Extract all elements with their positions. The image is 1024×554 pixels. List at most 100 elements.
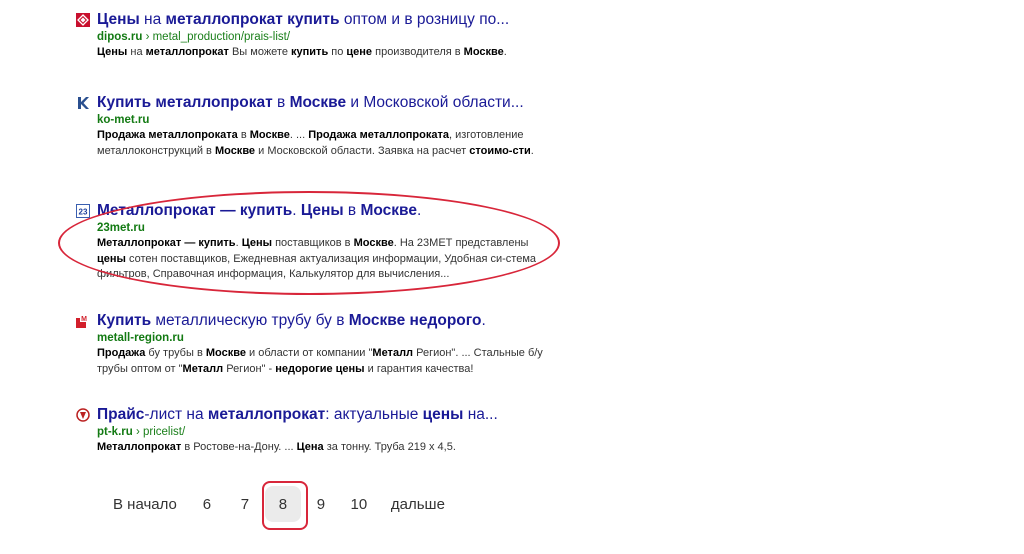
highlighted-term: стоимо-сти — [469, 144, 531, 157]
text-segment: сотен поставщиков, Ежедневная актуализац… — [97, 252, 536, 281]
highlighted-term: Москве недорого — [348, 312, 482, 329]
text-segment: в — [272, 94, 290, 111]
text-segment: бу трубы в — [145, 347, 206, 359]
result-domain[interactable]: metall-region.ru — [97, 332, 184, 344]
result-title-link[interactable]: Купить металлическую трубу бу в Москве н… — [97, 310, 486, 332]
text-segment: . — [416, 202, 422, 219]
result-snippet: Продажа бу трубы в Москве и области от к… — [97, 346, 557, 377]
k-letter-icon — [76, 96, 90, 110]
text-segment: и области от компании " — [245, 347, 373, 359]
highlighted-term: металлопрокат купить — [165, 11, 340, 28]
highlighted-term: Металлопрокат — [97, 441, 182, 453]
text-segment: . — [292, 202, 301, 219]
pt-k-emblem-icon — [76, 408, 90, 422]
result-title-link[interactable]: Прайс-лист на металлопрокат: актуальные … — [97, 404, 498, 426]
highlighted-term: Купить — [97, 312, 152, 329]
highlighted-term: Купить металлопрокат — [97, 94, 273, 111]
text-segment: в — [343, 202, 361, 219]
result-domain[interactable]: pt-k.ru — [97, 426, 133, 438]
highlighted-term: Москве — [463, 46, 504, 58]
result-snippet: Продажа металлопроката в Москве. ... Про… — [97, 128, 557, 159]
highlighted-term: металлопрокат — [145, 46, 229, 58]
text-segment: по — [328, 46, 347, 58]
highlighted-term: Продажа металлопроката — [308, 129, 450, 141]
highlighted-term: Металлопрокат — купить — [97, 237, 236, 249]
highlighted-term: Москве — [289, 94, 347, 111]
pagination-page-7[interactable]: 7 — [227, 486, 263, 522]
highlighted-term: Металл — [372, 347, 414, 359]
text-segment: . На 23МЕТ представлены — [393, 237, 529, 249]
text-segment: : актуальные — [325, 406, 423, 423]
highlighted-term: Цены — [300, 202, 344, 219]
result-url[interactable]: metall-region.ru — [97, 330, 184, 346]
metall-region-icon: M — [76, 314, 90, 328]
text-segment: -лист на — [144, 406, 208, 423]
text-segment: на — [127, 46, 146, 58]
highlighted-term: цены — [97, 252, 126, 265]
result-url[interactable]: 23met.ru — [97, 220, 145, 236]
result-domain[interactable]: ko-met.ru — [97, 114, 149, 126]
highlighted-term: купить — [291, 46, 329, 58]
highlighted-term: Продажа — [97, 347, 146, 359]
result-path[interactable]: › pricelist/ — [133, 426, 185, 438]
text-segment: производителя в — [372, 46, 464, 58]
result-snippet: Металлопрокат в Ростове-на-Дону. ... Цен… — [97, 440, 557, 456]
result-url[interactable]: ko-met.ru — [97, 112, 149, 128]
highlighted-term: Металлопрокат — купить — [97, 202, 293, 219]
highlighted-term: Москве — [205, 347, 246, 359]
pagination-page-10[interactable]: 10 — [341, 486, 377, 522]
pagination: В начало 6 7 8 9 10 дальше — [103, 486, 457, 522]
result-url[interactable]: pt-k.ru › pricelist/ — [97, 424, 185, 440]
highlighted-term: Москве — [360, 202, 417, 219]
highlighted-term: Цены — [241, 237, 273, 249]
highlighted-term: Продажа металлопроката — [97, 129, 238, 141]
text-segment: оптом и в розницу по... — [339, 11, 510, 28]
text-segment: . — [530, 144, 534, 157]
text-segment: Регион" - — [223, 362, 276, 375]
highlighted-term: Москве — [353, 237, 394, 249]
pagination-next-link[interactable]: дальше — [379, 486, 455, 522]
text-segment: в Ростове-на-Дону. ... — [181, 441, 297, 453]
result-path[interactable]: › metal_production/prais-list/ — [142, 31, 290, 43]
pagination-start-link[interactable]: В начало — [103, 486, 187, 522]
text-segment: и Московской области... — [346, 94, 524, 111]
text-segment: за тонну. Труба 219 x 4,5. — [323, 441, 456, 453]
text-segment: . ... — [289, 129, 309, 141]
text-segment: на — [139, 11, 166, 28]
highlighted-term: Металл — [182, 362, 224, 375]
text-segment: и Московской области. Заявка на расчет — [255, 144, 470, 157]
dipos-diamond-icon — [76, 13, 90, 27]
text-segment: поставщиков в — [272, 237, 354, 249]
result-title-link[interactable]: Металлопрокат — купить. Цены в Москве. — [97, 200, 421, 222]
text-segment: в — [237, 129, 250, 141]
text-segment: металлическую трубу бу в — [151, 312, 349, 329]
result-snippet: Цены на металлопрокат Вы можете купить п… — [97, 45, 557, 61]
highlighted-term: Москве — [249, 129, 290, 141]
text-segment: на... — [463, 406, 498, 423]
result-title-link[interactable]: Цены на металлопрокат купить оптом и в р… — [97, 9, 509, 31]
result-url[interactable]: dipos.ru › metal_production/prais-list/ — [97, 29, 290, 45]
text-segment: . — [481, 312, 486, 329]
text-segment: и гарантия качества! — [364, 362, 474, 375]
pagination-page-6[interactable]: 6 — [189, 486, 225, 522]
text-segment: Вы можете — [228, 46, 292, 58]
highlighted-term: Цена — [296, 441, 324, 453]
result-domain[interactable]: 23met.ru — [97, 222, 145, 234]
pagination-page-9[interactable]: 9 — [303, 486, 339, 522]
result-title-link[interactable]: Купить металлопрокат в Москве и Московск… — [97, 92, 524, 114]
svg-text:M: M — [81, 316, 87, 323]
highlighted-term: Москве — [214, 144, 256, 157]
svg-text:23: 23 — [79, 208, 88, 217]
highlighted-term: Прайс — [97, 406, 145, 423]
highlighted-term: цене — [346, 46, 373, 58]
highlighted-term: цены — [422, 406, 464, 423]
highlighted-term: недорогие цены — [275, 362, 365, 375]
highlighted-term: Цены — [97, 46, 128, 58]
23met-icon: 23 — [76, 204, 90, 218]
highlighted-term: металлопрокат — [207, 406, 326, 423]
result-domain[interactable]: dipos.ru — [97, 31, 142, 43]
pagination-current-page[interactable]: 8 — [264, 486, 301, 522]
highlighted-term: Цены — [97, 11, 140, 28]
text-segment: . — [503, 46, 507, 58]
result-snippet: Металлопрокат — купить. Цены поставщиков… — [97, 236, 557, 283]
